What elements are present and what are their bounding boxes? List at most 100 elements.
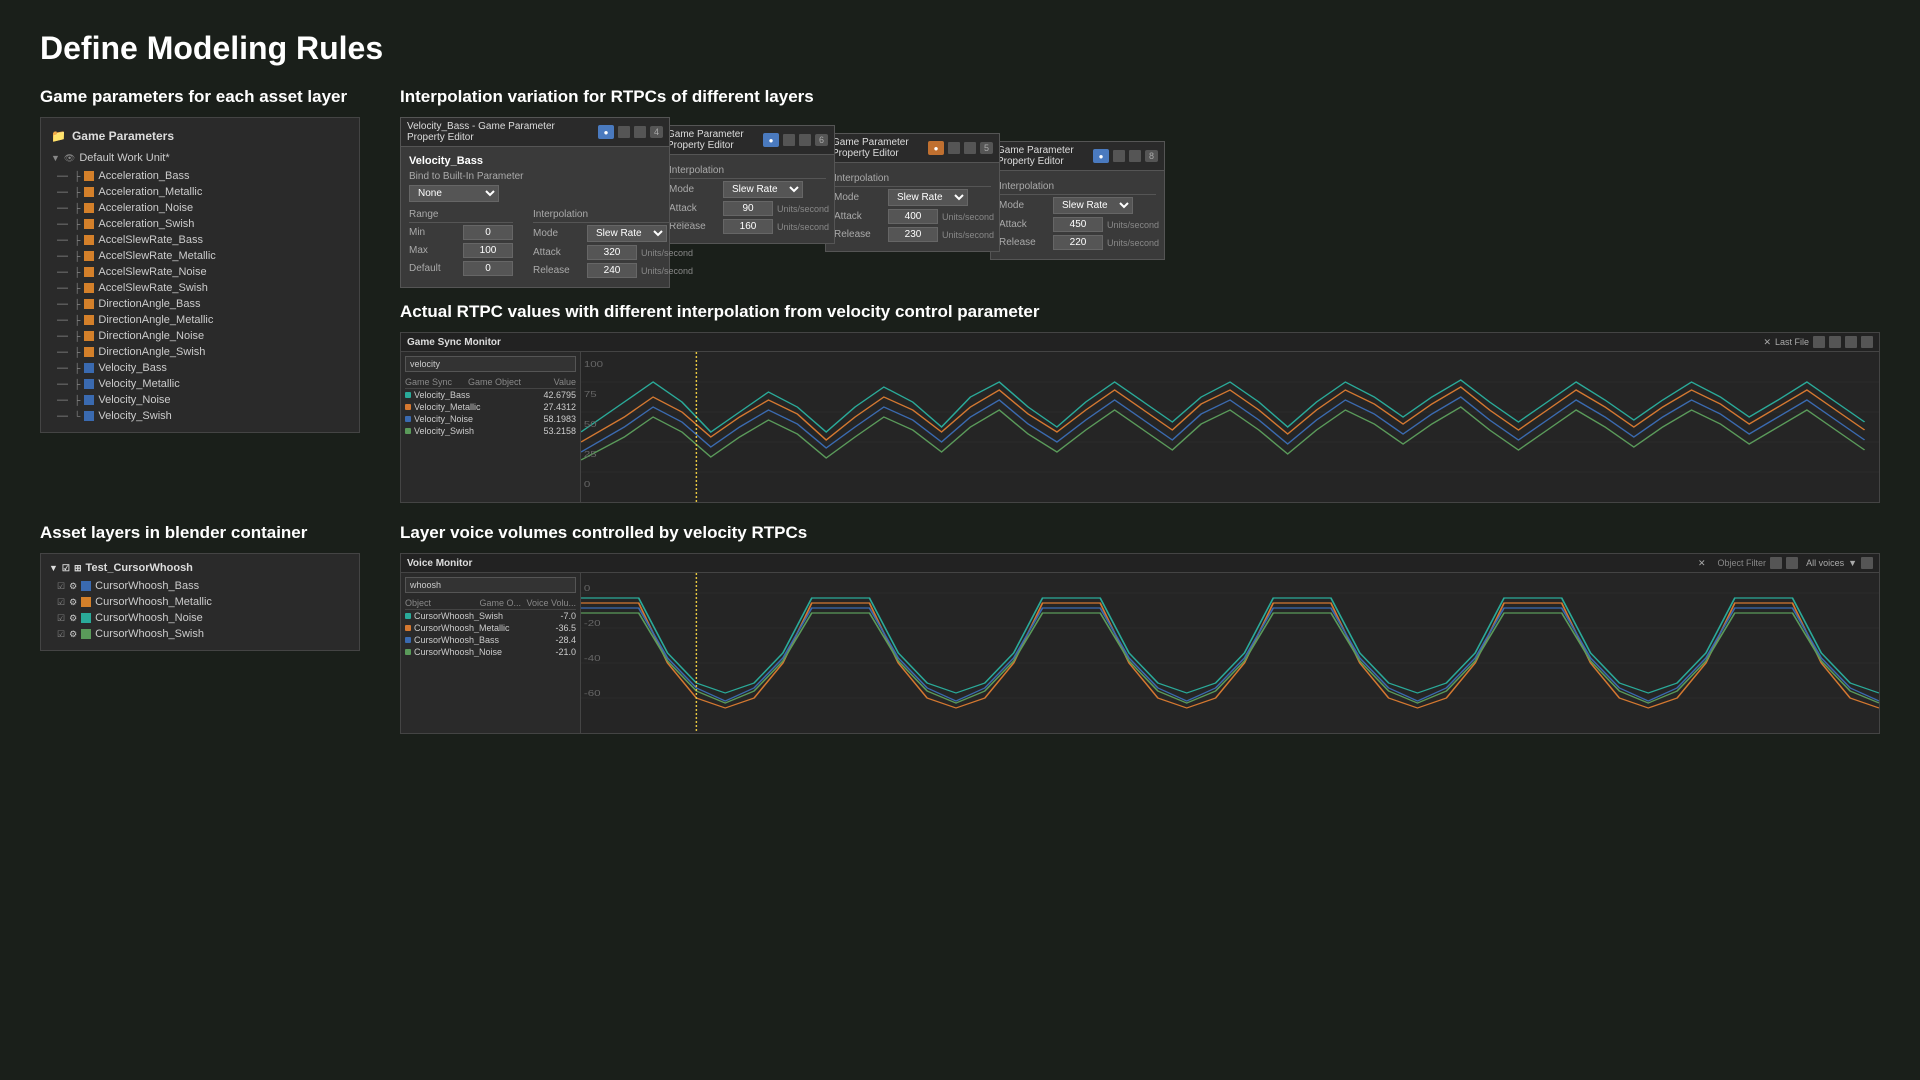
tree-connector: ├ xyxy=(74,203,80,213)
tree-connector: ├ xyxy=(74,395,80,405)
voice-indicator-1 xyxy=(405,613,411,619)
close-btn[interactable]: ✕ xyxy=(1763,337,1771,348)
voice-ctrl-2[interactable] xyxy=(1786,557,1798,569)
minimize-btn-3[interactable] xyxy=(948,142,960,154)
blender-header: ▼ ☑ ⊞ Test_CursorWhoosh xyxy=(49,562,351,574)
rtpc-chart-area: 100 75 50 25 0 xyxy=(581,352,1879,502)
default-input[interactable] xyxy=(463,261,513,276)
last-file-btn[interactable]: Last File xyxy=(1775,337,1809,347)
table-row: Velocity_Bass 42.6795 xyxy=(405,389,576,401)
monitor-body: Game Sync Game Object Value Velocity_Bas… xyxy=(401,352,1879,502)
maximize-btn-1[interactable] xyxy=(634,126,646,138)
max-input[interactable] xyxy=(463,243,513,258)
table-row: Velocity_Swish 53.2158 xyxy=(405,425,576,437)
list-item: —├AccelSlewRate_Swish xyxy=(49,280,351,296)
release-units-1: Units/second xyxy=(641,266,693,276)
ctrl-3[interactable] xyxy=(1845,336,1857,348)
row-indicator-1 xyxy=(405,392,411,398)
attack-input-3[interactable] xyxy=(888,209,938,224)
list-item: ☑ ⚙ CursorWhoosh_Noise xyxy=(49,610,351,626)
voice-search-input[interactable] xyxy=(405,577,576,593)
voice-indicator-2 xyxy=(405,625,411,631)
attack-units-4: Units/second xyxy=(1107,220,1159,230)
list-item: —├Acceleration_Noise xyxy=(49,200,351,216)
voice-table-header: Object Game O... Voice Volu... xyxy=(405,597,576,610)
game-params-panel: Game parameters for each asset layer 📁 G… xyxy=(40,87,360,433)
ctrl-2[interactable] xyxy=(1829,336,1841,348)
list-item: —├AccelSlewRate_Bass xyxy=(49,232,351,248)
mode-select-3[interactable]: Slew Rate xyxy=(888,189,968,206)
svg-text:50: 50 xyxy=(584,421,597,430)
minimize-btn-1[interactable] xyxy=(618,126,630,138)
voice-chart-svg: 0 -20 -40 -60 xyxy=(581,573,1879,733)
voice-ctrl-1[interactable] xyxy=(1770,557,1782,569)
editor-titlebar-4: Game Parameter Property Editor ● 8 xyxy=(991,142,1164,171)
editor-icon-3[interactable]: ● xyxy=(928,141,944,155)
list-item: —├AccelSlewRate_Metallic xyxy=(49,248,351,264)
mode-select-4[interactable]: Slew Rate xyxy=(1053,197,1133,214)
bottom-row: Asset layers in blender container ▼ ☑ ⊞ … xyxy=(40,523,1880,734)
editor-title-4: Game Parameter Property Editor xyxy=(997,145,1089,167)
rtpc-title: Actual RTPC values with different interp… xyxy=(400,302,1880,322)
maximize-btn-3[interactable] xyxy=(964,142,976,154)
voice-chart-area: 0 -20 -40 -60 xyxy=(581,573,1879,733)
min-input[interactable] xyxy=(463,225,513,240)
mode-select-2[interactable]: Slew Rate xyxy=(723,181,803,198)
release-units-4: Units/second xyxy=(1107,238,1159,248)
rtpc-section: Actual RTPC values with different interp… xyxy=(400,302,1880,503)
minimize-btn-4[interactable] xyxy=(1113,150,1125,162)
voice-indicator-4 xyxy=(405,649,411,655)
editor-title-3: Game Parameter Property Editor xyxy=(832,137,924,159)
range-header: Range xyxy=(409,209,513,223)
ctrl-4[interactable] xyxy=(1861,336,1873,348)
release-input-3[interactable] xyxy=(888,227,938,242)
property-editor-4: Game Parameter Property Editor ● 8 Inter… xyxy=(990,141,1165,260)
voice-ctrl-3[interactable] xyxy=(1861,557,1873,569)
expand-icon: ▼ xyxy=(51,153,60,163)
bind-select[interactable]: None xyxy=(409,185,499,202)
max-row: Max xyxy=(409,243,513,258)
monitor-search-input[interactable] xyxy=(405,356,576,372)
maximize-btn-2[interactable] xyxy=(799,134,811,146)
release-row-3: Release Units/second xyxy=(834,227,991,242)
filter-dropdown[interactable]: ▼ xyxy=(1848,558,1857,568)
attack-input-1[interactable] xyxy=(587,245,637,260)
svg-text:100: 100 xyxy=(584,361,604,370)
table-row: Velocity_Noise 58.1983 xyxy=(405,413,576,425)
top-row: Game parameters for each asset layer 📁 G… xyxy=(40,87,1880,503)
right-column: Interpolation variation for RTPCs of dif… xyxy=(400,87,1880,503)
interp-header: Interpolation xyxy=(533,209,693,223)
editor-num-2: 6 xyxy=(815,134,828,146)
layer-icon: ⚙ xyxy=(69,581,77,592)
voice-monitor-title: Voice Monitor xyxy=(407,558,472,569)
table-header: Game Sync Game Object Value xyxy=(405,376,576,389)
layer-icon: ⚙ xyxy=(69,613,77,624)
editor-titlebar-2: Game Parameter Property Editor ● 6 xyxy=(661,126,834,155)
svg-text:-40: -40 xyxy=(584,655,601,664)
close-btn-voice[interactable]: ✕ xyxy=(1698,558,1706,569)
release-input-4[interactable] xyxy=(1053,235,1103,250)
editor-icon-1[interactable]: ● xyxy=(598,125,614,139)
editor-icon-4[interactable]: ● xyxy=(1093,149,1109,163)
svg-text:0: 0 xyxy=(584,585,591,594)
row-indicator-3 xyxy=(405,416,411,422)
monitor-sidebar: Game Sync Game Object Value Velocity_Bas… xyxy=(401,352,581,502)
attack-row: Attack Units/second xyxy=(533,245,693,260)
minimize-btn-2[interactable] xyxy=(783,134,795,146)
monitor-titlebar: Game Sync Monitor ✕ Last File xyxy=(401,333,1879,352)
mode-select-1[interactable]: Slew Rate xyxy=(587,225,667,242)
voice-controls: ✕ Object Filter All voices ▼ xyxy=(1698,557,1873,569)
maximize-btn-4[interactable] xyxy=(1129,150,1141,162)
editor-icon-2[interactable]: ● xyxy=(763,133,779,147)
ctrl-1[interactable] xyxy=(1813,336,1825,348)
attack-input-4[interactable] xyxy=(1053,217,1103,232)
release-input-2[interactable] xyxy=(723,219,773,234)
release-input-1[interactable] xyxy=(587,263,637,278)
tree-connector: ├ xyxy=(74,331,80,341)
bottom-left-title: Asset layers in blender container xyxy=(40,523,360,543)
attack-input-2[interactable] xyxy=(723,201,773,216)
mode-row-4: Mode Slew Rate xyxy=(999,197,1156,214)
monitor-controls: ✕ Last File xyxy=(1763,336,1873,348)
layer-icon: ⚙ xyxy=(69,629,77,640)
list-item: —├Velocity_Metallic xyxy=(49,376,351,392)
